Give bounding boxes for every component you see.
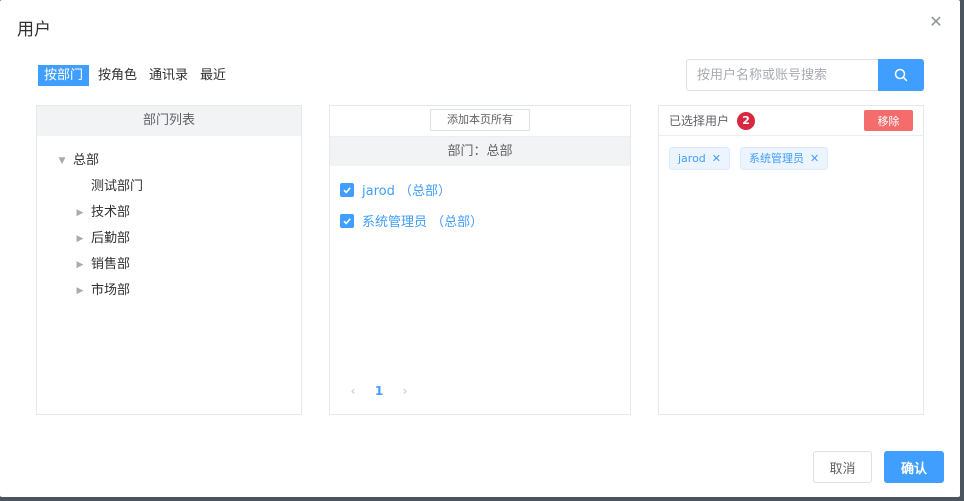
caret-right-icon[interactable]: ▶: [73, 226, 87, 252]
tab-recent[interactable]: 最近: [197, 65, 229, 86]
tree-node-label: 测试部门: [91, 179, 144, 194]
tree-node-marketing[interactable]: ▶ 市场部: [37, 278, 301, 304]
tree-node-sales[interactable]: ▶ 销售部: [37, 252, 301, 278]
user-label: 系统管理员 （总部）: [362, 215, 484, 230]
caret-right-icon[interactable]: ▶: [73, 200, 87, 226]
tree-node-label: 市场部: [91, 283, 131, 298]
cancel-button[interactable]: 取消: [813, 451, 872, 483]
user-list: jarod （总部） 系统管理员 （总部）: [340, 174, 483, 236]
checkbox-checked[interactable]: [340, 182, 354, 197]
page-number-current[interactable]: 1: [366, 384, 392, 398]
selected-count-badge: 2: [737, 111, 756, 130]
tab-by-department[interactable]: 按部门: [38, 65, 90, 86]
department-panel: 部门列表 ▼ 总部 测试部门 ▶ 技术部 ▶ 后勤部 ▶ 销售部 ▶ 市场部: [36, 105, 302, 415]
department-panel-header: 部门列表: [37, 106, 301, 136]
search-icon: [894, 68, 908, 82]
caret-right-icon[interactable]: ▶: [73, 278, 87, 304]
prev-page-button[interactable]: ‹: [340, 384, 366, 398]
next-page-button[interactable]: ›: [392, 384, 418, 398]
tree-node-label: 技术部: [91, 205, 131, 220]
selected-user-tag: 系统管理员 ✕: [740, 147, 829, 170]
tab-bar: 按部门 按角色 通讯录 最近: [38, 65, 235, 86]
tag-label: 系统管理员: [749, 152, 805, 165]
selected-user-tag: jarod ✕: [669, 147, 731, 170]
checkbox-checked[interactable]: [340, 213, 354, 228]
tree-node-label: 总部: [73, 153, 100, 168]
tree-node-logistics[interactable]: ▶ 后勤部: [37, 226, 301, 252]
caret-right-icon[interactable]: ▶: [73, 252, 87, 278]
close-icon[interactable]: ✕: [712, 148, 721, 169]
current-department-label: 部门：总部: [330, 136, 630, 166]
dialog-title: 用户: [17, 20, 51, 40]
tab-contacts[interactable]: 通讯录: [146, 65, 191, 86]
selected-tags: jarod ✕ 系统管理员 ✕: [659, 136, 923, 170]
pagination: ‹ 1 ›: [340, 384, 418, 398]
close-icon[interactable]: ✕: [928, 14, 944, 30]
user-label: jarod （总部）: [362, 184, 451, 199]
tree-node-label: 销售部: [91, 257, 131, 272]
selected-users-header: 已选择用户 2 移除: [659, 106, 923, 136]
user-list-panel: 添加本页所有 部门：总部 jarod （总部） 系统管理员 （总部） ‹ 1 ›: [329, 105, 631, 415]
search-button[interactable]: [878, 59, 924, 91]
remove-button[interactable]: 移除: [864, 110, 913, 131]
list-item[interactable]: 系统管理员 （总部）: [340, 205, 483, 236]
check-icon: [343, 186, 351, 194]
user-select-dialog: 用户 ✕ 按部门 按角色 通讯录 最近 部门列表 ▼ 总部 测试部门 ▶ 技术部: [0, 0, 960, 497]
list-item[interactable]: jarod （总部）: [340, 174, 483, 205]
tree-node-tech[interactable]: ▶ 技术部: [37, 200, 301, 226]
department-tree: ▼ 总部 测试部门 ▶ 技术部 ▶ 后勤部 ▶ 销售部 ▶ 市场部: [37, 136, 301, 304]
add-all-on-page-button[interactable]: 添加本页所有: [430, 109, 530, 131]
tree-node-label: 后勤部: [91, 231, 131, 246]
tree-node-hq[interactable]: ▼ 总部: [37, 148, 301, 174]
search-input[interactable]: [686, 59, 878, 91]
confirm-button[interactable]: 确认: [884, 451, 944, 483]
check-icon: [343, 217, 351, 225]
close-icon[interactable]: ✕: [810, 148, 819, 169]
tree-node-test-dept[interactable]: 测试部门: [37, 174, 301, 200]
tag-label: jarod: [678, 152, 706, 165]
selected-users-panel: 已选择用户 2 移除 jarod ✕ 系统管理员 ✕: [658, 105, 924, 415]
caret-down-icon[interactable]: ▼: [55, 148, 69, 174]
search-box: [686, 59, 924, 91]
selected-users-title: 已选择用户: [669, 114, 730, 128]
tab-by-role[interactable]: 按角色: [95, 65, 140, 86]
